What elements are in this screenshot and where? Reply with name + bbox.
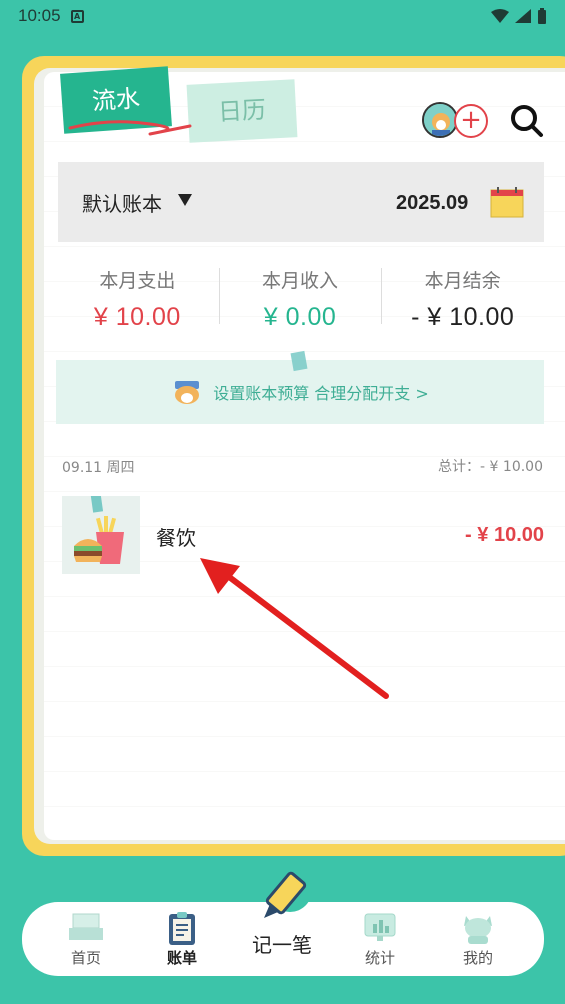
pencil-icon [264, 868, 312, 918]
burger-fries-icon [74, 493, 124, 564]
category-thumbnail [62, 493, 140, 574]
bottom-nav: 首页 账单 记一笔 统计 我的 [22, 868, 544, 976]
home-receipt-icon [69, 913, 103, 940]
expense-value: ¥ 10.00 [93, 303, 181, 331]
shiba-mascot-icon [175, 381, 200, 404]
tab-calendar[interactable]: 日历 [186, 79, 298, 143]
record-button[interactable]: 记一笔 [242, 868, 322, 976]
wifi-icon [491, 9, 509, 23]
caret-down-icon[interactable] [178, 194, 192, 206]
status-bar: 10:05 A [0, 0, 565, 32]
notification-icon: A [70, 9, 84, 23]
month-label[interactable]: 2025.09 [396, 192, 468, 215]
status-time: 10:05 [18, 6, 61, 25]
nav-stats-label: 统计 [364, 949, 395, 967]
bill-clipboard-icon [169, 912, 195, 945]
budget-banner-text: 设置账本预算 合理分配开支 > [213, 384, 429, 403]
tape-decoration [290, 350, 308, 372]
expense-summary: 本月支出 ¥ 10.00 [56, 262, 219, 332]
expense-label: 本月支出 [99, 270, 176, 292]
nav-item-bills[interactable]: 账单 [142, 902, 222, 976]
arrow-annotation-icon [200, 558, 389, 699]
signal-icon [515, 9, 531, 23]
avatar[interactable] [422, 102, 458, 138]
income-value: ¥ 0.00 [263, 303, 337, 331]
battery-icon [538, 8, 546, 24]
day-date: 09.11 周四 [62, 460, 135, 476]
balance-label: 本月结余 [424, 270, 501, 292]
tab-underline-scribble [68, 120, 192, 136]
nav-mine-label: 我的 [462, 949, 493, 967]
balance-summary: 本月结余 - ¥ 10.00 [381, 262, 544, 332]
nav-item-home[interactable]: 首页 [46, 902, 126, 976]
balance-value: - ¥ 10.00 [411, 303, 515, 331]
search-icon[interactable] [508, 102, 544, 138]
nav-home-label: 首页 [70, 949, 101, 967]
calendar-icon[interactable] [490, 186, 524, 218]
ledger-selector[interactable]: 默认账本 [82, 188, 162, 217]
day-total: 总计：- ¥ 10.00 [438, 459, 543, 475]
nav-record-label: 记一笔 [252, 933, 312, 957]
stats-chart-icon [364, 913, 396, 941]
income-label: 本月收入 [262, 270, 339, 292]
month-summary: 本月支出 ¥ 10.00 本月收入 ¥ 0.00 本月结余 - ¥ 10.00 [56, 262, 544, 332]
nav-bills-label: 账单 [166, 949, 197, 967]
record-amount: - ¥ 10.00 [465, 524, 544, 546]
income-summary: 本月收入 ¥ 0.00 [218, 262, 382, 332]
nav-item-stats[interactable]: 统计 [340, 902, 420, 976]
add-member-button[interactable]: + [454, 104, 488, 138]
nav-item-mine[interactable]: 我的 [438, 902, 518, 976]
status-icons [491, 8, 547, 24]
record-category: 餐饮 [156, 526, 196, 550]
shiba-profile-icon [464, 916, 492, 944]
